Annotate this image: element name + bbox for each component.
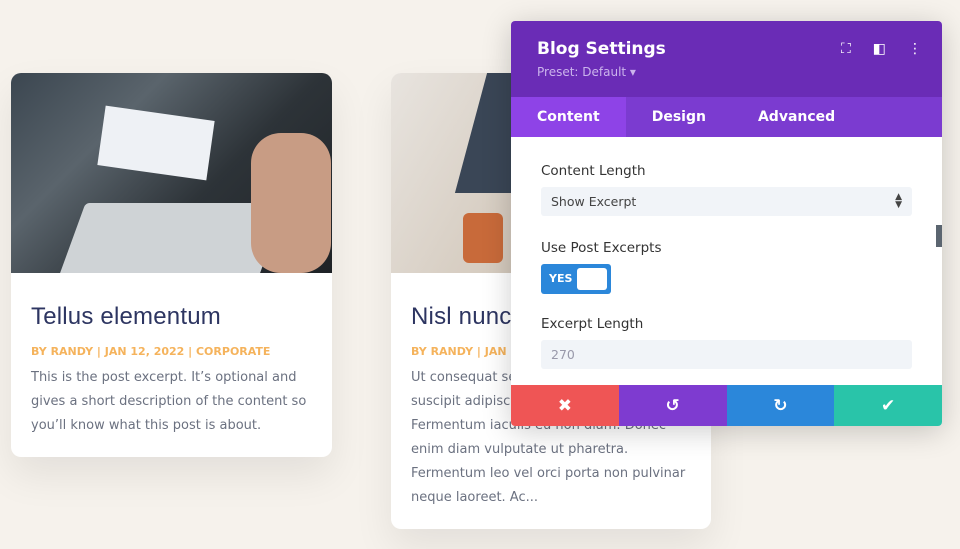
tab-content[interactable]: Content [511, 97, 626, 137]
use-post-excerpts-label: Use Post Excerpts [541, 240, 662, 256]
content-length-label: Content Length [541, 163, 646, 179]
fullscreen-icon[interactable]: ⛶ [841, 41, 851, 57]
tab-advanced[interactable]: Advanced [732, 97, 861, 137]
panel-tabs: Content Design Advanced [511, 97, 942, 137]
content-length-select[interactable]: Show Excerpt ▲ ▼ [541, 187, 912, 216]
post-meta[interactable]: BY RANDY | JAN 12, 2022 | CORPORATE [31, 345, 312, 358]
select-arrows-icon: ▲ ▼ [895, 192, 902, 210]
use-post-excerpts-toggle[interactable]: YES [541, 264, 611, 294]
redo-icon: ↻ [773, 395, 788, 416]
post-title[interactable]: Tellus elementum [31, 303, 312, 331]
post-excerpt: This is the post excerpt. It’s optional … [31, 370, 307, 433]
scrollbar[interactable] [936, 225, 942, 247]
content-length-value: Show Excerpt [551, 194, 637, 209]
save-button[interactable]: ✔ [834, 385, 942, 426]
undo-button[interactable]: ↺ [618, 385, 727, 426]
preset-dropdown[interactable]: Preset: Default ▾ [537, 65, 916, 79]
undo-icon: ↺ [665, 395, 680, 416]
blog-post-card: Tellus elementum BY RANDY | JAN 12, 2022… [11, 73, 332, 457]
panel-footer: ✖ ↺ ↻ ✔ [511, 385, 942, 426]
tab-design[interactable]: Design [626, 97, 732, 137]
excerpt-length-input[interactable]: 270 [541, 340, 912, 369]
panel-header[interactable]: Blog Settings Preset: Default ▾ ⛶ ◧ ⋮ [511, 21, 942, 97]
excerpt-length-label: Excerpt Length [541, 316, 644, 332]
toggle-knob [577, 268, 607, 290]
sidebar-layout-icon[interactable]: ◧ [873, 41, 886, 57]
cancel-button[interactable]: ✖ [511, 385, 619, 426]
check-icon: ✔ [881, 395, 896, 416]
blog-settings-panel: Blog Settings Preset: Default ▾ ⛶ ◧ ⋮ Co… [511, 21, 942, 426]
close-icon: ✖ [557, 395, 572, 416]
post-image[interactable] [11, 73, 332, 273]
more-vertical-icon[interactable]: ⋮ [908, 41, 922, 57]
redo-button[interactable]: ↻ [726, 385, 835, 426]
toggle-label: YES [549, 272, 573, 285]
